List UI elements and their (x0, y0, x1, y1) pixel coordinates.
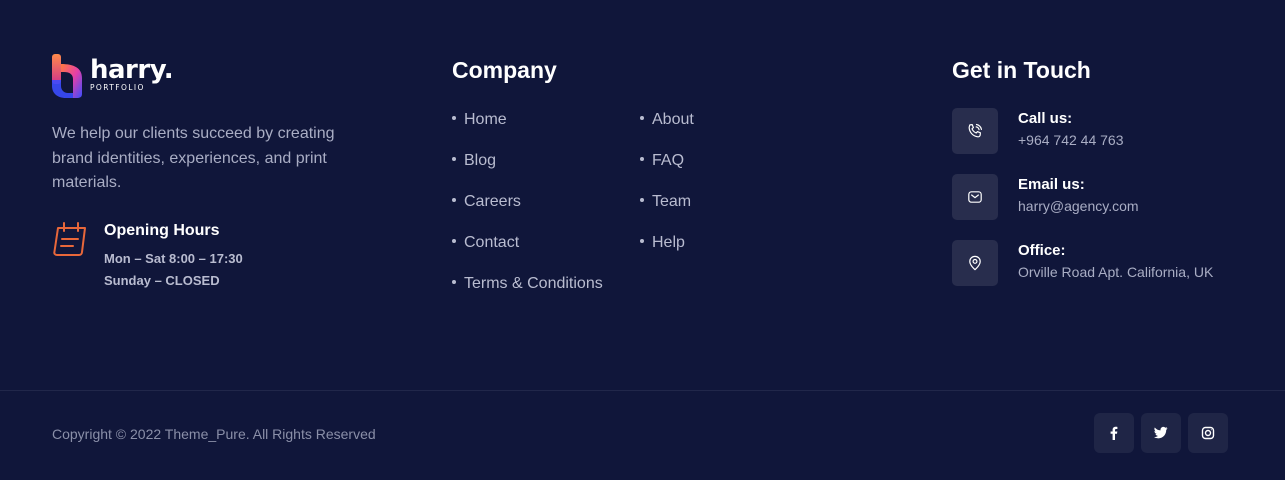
bullet (452, 279, 456, 284)
facebook-button[interactable] (1094, 413, 1134, 453)
link-label: Help (652, 234, 685, 251)
opening-hours-title: Opening Hours (104, 222, 220, 239)
footer-link-contact[interactable]: Contact (452, 229, 603, 270)
get-in-touch-heading: Get in Touch (952, 57, 1091, 83)
social-links (1094, 413, 1228, 453)
site-footer: harry. PORTFOLIO We help our clients suc… (0, 0, 1285, 480)
bullet (640, 238, 644, 243)
footer-link-about[interactable]: About (640, 106, 694, 147)
company-links-right: About FAQ Team Help (640, 106, 694, 270)
bullet (452, 197, 456, 202)
logo-name: harry. (90, 55, 174, 85)
link-label: Terms & Conditions (464, 275, 603, 292)
footer-link-blog[interactable]: Blog (452, 147, 603, 188)
link-label: Contact (464, 234, 520, 251)
link-label: About (652, 111, 694, 128)
bullet (452, 156, 456, 161)
hours-weekdays: Mon – Sat 8:00 – 17:30 (104, 251, 243, 266)
link-label: FAQ (652, 152, 685, 169)
bullet (640, 115, 644, 120)
footer-brand: harry. PORTFOLIO (52, 54, 372, 98)
link-label: Blog (464, 152, 497, 169)
bullet (452, 238, 456, 243)
twitter-button[interactable] (1141, 413, 1181, 453)
location-pin-icon (969, 255, 981, 271)
contact-office-label: Office: (1018, 242, 1066, 259)
contact-list: Call us: +964 742 44 763 Email us: harry… (952, 108, 1213, 306)
contact-phone-value[interactable]: +964 742 44 763 (1018, 129, 1124, 151)
twitter-icon (1154, 426, 1168, 439)
footer-link-home[interactable]: Home (452, 106, 603, 147)
contact-office: Office: Orville Road Apt. California, UK (952, 240, 1213, 286)
instagram-button[interactable] (1188, 413, 1228, 453)
logo-mark-icon (52, 54, 82, 98)
link-label: Team (652, 193, 692, 210)
footer-link-terms[interactable]: Terms & Conditions (452, 270, 603, 311)
calendar-icon (53, 222, 86, 256)
phone-icon (968, 123, 982, 138)
opening-hours: Opening Hours Mon – Sat 8:00 – 17:30 Sun… (52, 220, 243, 292)
logo[interactable]: harry. PORTFOLIO (52, 54, 372, 98)
footer-link-help[interactable]: Help (640, 229, 694, 270)
footer-divider (0, 390, 1285, 391)
bullet (640, 156, 644, 161)
company-heading: Company (452, 57, 557, 83)
instagram-icon (1201, 426, 1215, 440)
footer-link-team[interactable]: Team (640, 188, 694, 229)
footer-link-faq[interactable]: FAQ (640, 147, 694, 188)
copyright-text: Copyright © 2022 Theme_Pure. All Rights … (52, 426, 376, 442)
contact-email: Email us: harry@agency.com (952, 174, 1213, 220)
phone-icon-box[interactable] (952, 108, 998, 154)
bullet (640, 197, 644, 202)
contact-email-value[interactable]: harry@agency.com (1018, 195, 1139, 217)
link-label: Home (464, 111, 507, 128)
footer-link-careers[interactable]: Careers (452, 188, 603, 229)
mail-icon-box[interactable] (952, 174, 998, 220)
bullet (452, 115, 456, 120)
brand-description: We help our clients succeed by creating … (52, 125, 335, 191)
contact-phone-label: Call us: (1018, 110, 1073, 127)
company-links-left: Home Blog Careers Contact Terms & Condit… (452, 106, 603, 311)
logo-tagline: PORTFOLIO (90, 83, 145, 92)
contact-email-label: Email us: (1018, 176, 1085, 193)
location-icon-box[interactable] (952, 240, 998, 286)
contact-office-value: Orville Road Apt. California, UK (1018, 264, 1214, 280)
hours-sunday: Sunday – CLOSED (104, 273, 220, 288)
link-label: Careers (464, 193, 521, 210)
contact-phone: Call us: +964 742 44 763 (952, 108, 1213, 154)
mail-icon (968, 191, 982, 203)
facebook-icon (1110, 426, 1118, 440)
